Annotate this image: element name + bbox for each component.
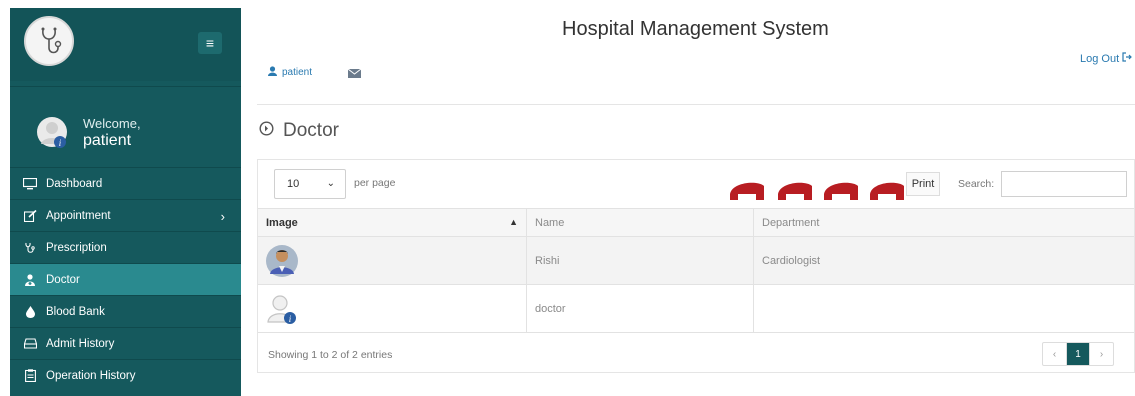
- sidebar-item-appointment[interactable]: Appointment ›: [10, 199, 241, 231]
- page-title: Doctor: [283, 120, 339, 141]
- column-header-name[interactable]: Name: [526, 208, 753, 237]
- table-info: Showing 1 to 2 of 2 entries: [268, 349, 393, 361]
- sidebar-item-label: Prescription: [46, 241, 107, 254]
- stethoscope-icon: [22, 241, 38, 255]
- print-button[interactable]: Print: [906, 172, 940, 196]
- default-user-avatar-icon: i: [265, 292, 299, 326]
- envelope-icon[interactable]: [347, 65, 362, 83]
- pagination: ‹ 1 ›: [1042, 342, 1114, 366]
- per-page-label: per page: [354, 177, 396, 189]
- sidebar-divider: [10, 86, 241, 87]
- name-cell: Rishi: [526, 237, 753, 284]
- stethoscope-logo-icon: [24, 16, 74, 66]
- table-row: Rishi Cardiologist: [258, 237, 1134, 285]
- monitor-icon: [22, 177, 38, 191]
- column-header-department[interactable]: Department: [753, 208, 1134, 237]
- sidebar-header: ≡: [10, 8, 241, 81]
- clipboard-icon: [22, 369, 38, 383]
- sort-asc-icon: ▲: [509, 217, 518, 227]
- logout-link[interactable]: Log Out: [1080, 52, 1132, 65]
- column-header-label: Name: [535, 216, 565, 229]
- name-cell: doctor: [526, 285, 753, 332]
- sign-out-icon: [1122, 52, 1132, 65]
- header-divider: [257, 104, 1135, 105]
- sidebar-item-prescription[interactable]: Prescription: [10, 231, 241, 263]
- drop-icon: [22, 305, 38, 319]
- user-profile: i Welcome, patient: [10, 92, 241, 172]
- sidebar-item-label: Admit History: [46, 337, 115, 350]
- top-user-label: patient: [282, 67, 313, 78]
- sidebar-item-label: Operation History: [46, 369, 136, 382]
- user-icon: [268, 66, 277, 79]
- page-length-value: 10: [287, 178, 300, 190]
- hdd-icon: [22, 337, 38, 351]
- sidebar-item-blood-bank[interactable]: Blood Bank: [10, 295, 241, 327]
- user-md-icon: [22, 273, 38, 287]
- chevron-right-icon: ›: [220, 209, 225, 224]
- welcome-text: Welcome,: [83, 116, 141, 131]
- table-row: i doctor: [258, 285, 1134, 333]
- department-cell: [753, 285, 1134, 332]
- menu-toggle-button[interactable]: ≡: [198, 32, 222, 54]
- sidebar-item-doctor[interactable]: Doctor: [10, 263, 241, 295]
- sidebar-item-label: Doctor: [46, 273, 80, 286]
- column-header-label: Department: [762, 216, 820, 229]
- sidebar: ≡ i Welcome, patient Dashboard Appointme…: [10, 8, 241, 396]
- sidebar-item-label: Blood Bank: [46, 305, 105, 318]
- chevron-down-icon: ⌄: [326, 178, 335, 189]
- image-cell: [258, 237, 526, 284]
- search-label: Search:: [958, 178, 995, 190]
- user-avatar-icon: i: [36, 116, 68, 152]
- page-1-button[interactable]: 1: [1067, 343, 1089, 365]
- column-header-image[interactable]: Image ▲: [258, 208, 526, 237]
- sidebar-item-label: Dashboard: [46, 177, 103, 190]
- image-cell: i: [258, 285, 526, 332]
- sidebar-item-dashboard[interactable]: Dashboard: [10, 167, 241, 199]
- sidebar-item-label: Appointment: [46, 209, 111, 222]
- logout-label: Log Out: [1080, 52, 1120, 65]
- doctor-table-panel: 10 ⌄ per page Print Search: Image ▲ Name…: [257, 159, 1135, 373]
- sidebar-item-operation-history[interactable]: Operation History: [10, 359, 241, 391]
- sidebar-item-admit-history[interactable]: Admit History: [10, 327, 241, 359]
- next-page-button[interactable]: ›: [1089, 343, 1113, 365]
- doctor-photo-avatar: [265, 244, 299, 278]
- column-header-label: Image: [266, 216, 298, 229]
- edit-icon: [22, 209, 38, 223]
- sidebar-username: patient: [83, 132, 132, 149]
- page-heading: Doctor: [259, 120, 339, 142]
- page-length-select[interactable]: 10 ⌄: [274, 169, 346, 199]
- search-input[interactable]: [1001, 171, 1127, 197]
- app-title: Hospital Management System: [562, 18, 829, 40]
- stop-sign-images: [728, 172, 904, 200]
- department-cell: Cardiologist: [753, 237, 1134, 284]
- hamburger-icon: ≡: [205, 35, 215, 51]
- circle-arrow-right-icon: [259, 120, 274, 142]
- previous-page-button[interactable]: ‹: [1043, 343, 1067, 365]
- top-user-link[interactable]: patient: [268, 66, 312, 79]
